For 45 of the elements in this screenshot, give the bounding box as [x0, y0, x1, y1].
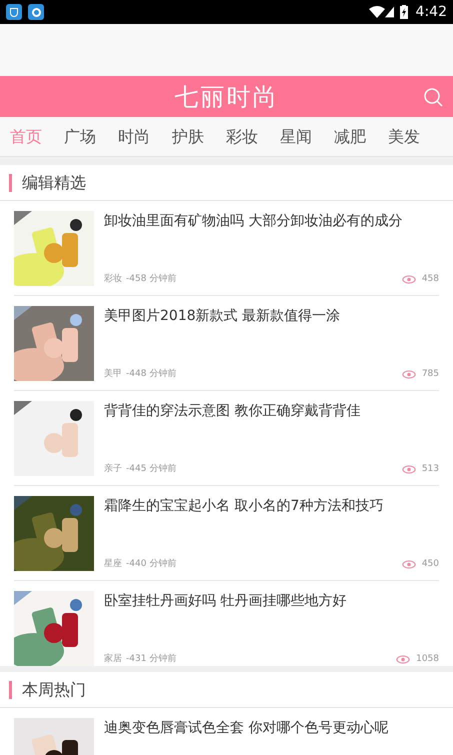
article-time: -440 分钟前 — [126, 558, 176, 570]
view-count: 785 — [422, 368, 439, 380]
search-icon[interactable] — [423, 86, 443, 106]
article-title[interactable]: 卧室挂牡丹画好吗 牡丹画挂哪些地方好 — [104, 591, 439, 611]
wifi-icon — [368, 6, 385, 18]
article-category: 星座 — [104, 558, 122, 570]
article-time: -458 分钟前 — [126, 272, 176, 286]
battery-icon — [400, 5, 408, 19]
eye-icon — [402, 464, 416, 474]
eye-icon — [402, 274, 416, 284]
category-tab[interactable]: 时尚 — [118, 124, 150, 148]
article-time: -445 分钟前 — [126, 462, 176, 476]
article-category: 彩妆 — [104, 272, 122, 286]
article-title[interactable]: 迪奥变色唇膏试色全套 你对哪个色号更动心呢 — [104, 718, 439, 738]
section-title: 编辑精选 — [22, 172, 86, 194]
clock-time: 4:42 — [416, 2, 447, 22]
category-tab[interactable]: 减肥 — [334, 124, 366, 148]
article-title[interactable]: 背背佳的穿法示意图 教你正确穿戴背背佳 — [104, 401, 439, 421]
category-tab[interactable]: 星闻 — [280, 124, 312, 148]
article-time: -431 分钟前 — [126, 652, 176, 666]
section-marker — [9, 680, 12, 698]
article-title[interactable]: 美甲图片2018新款式 最新款值得一涂 — [104, 306, 439, 326]
article-time: -448 分钟前 — [126, 368, 176, 380]
category-tab[interactable]: 护肤 — [172, 124, 204, 148]
view-count: 1058 — [416, 652, 439, 666]
section-marker — [9, 174, 12, 192]
article-category: 家居 — [104, 652, 122, 666]
app-logo: 七丽时尚 — [174, 82, 278, 112]
eye-icon — [402, 370, 416, 379]
shield-icon — [6, 4, 22, 20]
section-title: 本周热门 — [22, 678, 86, 700]
article-title[interactable]: 霜降生的宝宝起小名 取小名的7种方法和技巧 — [104, 496, 439, 516]
view-count: 513 — [422, 462, 439, 476]
signal-icon — [384, 6, 394, 18]
eye-icon — [396, 654, 410, 664]
category-tab[interactable]: 美发 — [388, 124, 420, 148]
view-count: 450 — [422, 558, 439, 570]
eye-icon — [402, 560, 416, 569]
view-count: 458 — [422, 272, 439, 286]
article-category: 美甲 — [104, 368, 122, 380]
category-tab[interactable]: 广场 — [64, 124, 96, 148]
article-category: 亲子 — [104, 462, 122, 476]
sync-icon — [28, 4, 44, 20]
article-title[interactable]: 卸妆油里面有矿物油吗 大部分卸妆油必有的成分 — [104, 211, 439, 231]
category-tab[interactable]: 彩妆 — [226, 124, 258, 148]
